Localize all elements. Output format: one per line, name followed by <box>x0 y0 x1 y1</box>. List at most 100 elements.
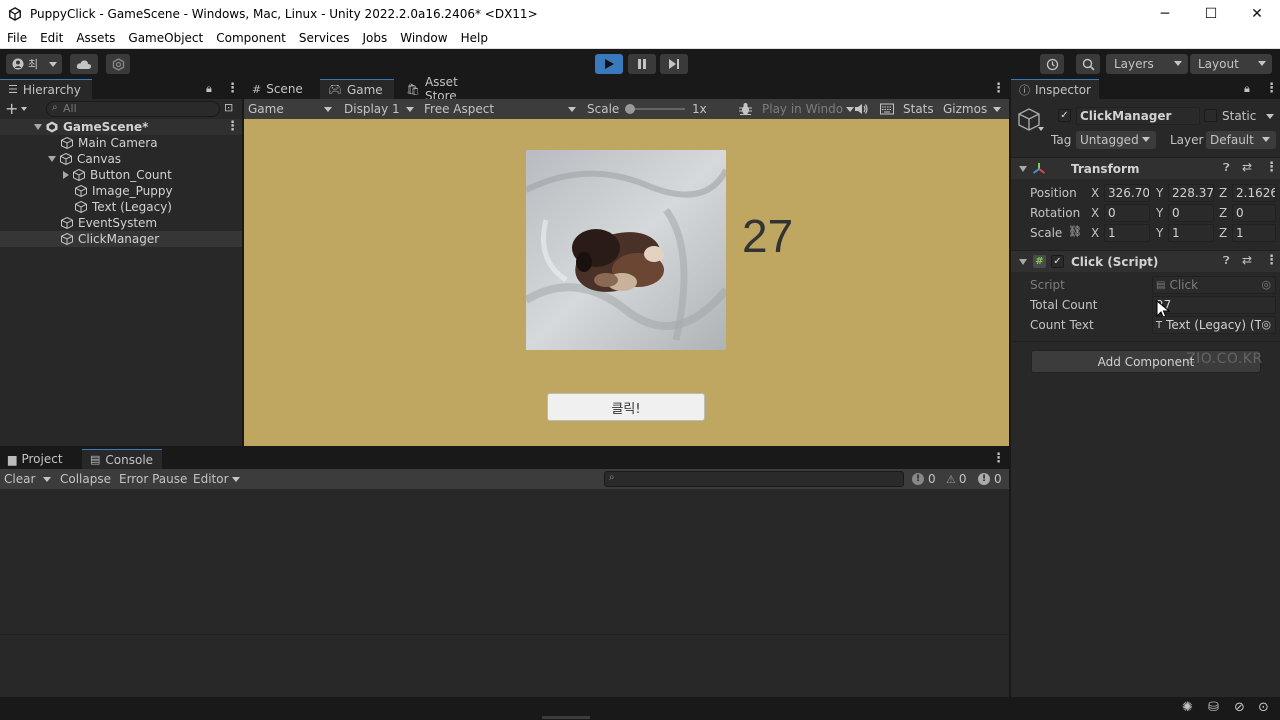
close-button[interactable]: ✕ <box>1234 0 1280 28</box>
position-y-field[interactable]: 228.37 <box>1168 184 1214 202</box>
help-icon[interactable]: ❓︎ <box>1223 161 1230 175</box>
maximize-button[interactable]: ☐ <box>1188 0 1234 28</box>
scale-y-field[interactable]: 1 <box>1168 224 1214 242</box>
tab-game[interactable]: 🎮︎ Game <box>320 79 394 99</box>
debug-icon[interactable]: ✺ <box>1182 700 1193 715</box>
gizmos-dropdown[interactable]: Gizmos <box>943 99 1002 119</box>
layout-dropdown[interactable]: Layout <box>1190 54 1272 74</box>
rotation-z-field[interactable]: 0 <box>1232 204 1276 222</box>
tab-scene[interactable]: # Scene <box>244 79 316 99</box>
more-options-icon[interactable]: ⋮ <box>1265 81 1278 96</box>
lock-icon[interactable]: 🔒︎ <box>206 82 212 96</box>
transform-header[interactable]: Transform ❓︎ ⇄ ⋮ <box>1011 157 1280 179</box>
rotation-y-field[interactable]: 0 <box>1168 204 1214 222</box>
count-text-field[interactable]: T Text (Legacy) (T ◎ <box>1152 316 1276 334</box>
account-dropdown[interactable]: 최 <box>6 54 62 74</box>
editor-dropdown[interactable]: Editor <box>193 469 240 489</box>
console-divider[interactable] <box>0 634 1009 635</box>
more-options-icon[interactable]: ⋮ <box>226 81 239 96</box>
hierarchy-item-gamescene[interactable]: GameScene* ⋮ <box>0 119 242 135</box>
tab-hierarchy[interactable]: ☰ Hierarchy <box>0 79 92 99</box>
chevron-down-icon[interactable] <box>48 156 56 162</box>
tab-project[interactable]: ▆ Project <box>0 449 76 469</box>
scale-x-field[interactable]: 1 <box>1104 224 1150 242</box>
menu-file[interactable]: File <box>0 31 33 45</box>
error-filter-button[interactable]: ! 0 <box>978 469 1002 489</box>
more-options-icon[interactable]: ⋮ <box>226 119 239 134</box>
minimize-button[interactable]: ─ <box>1142 0 1188 28</box>
hierarchy-item-main-camera[interactable]: Main Camera <box>0 135 242 151</box>
more-options-icon[interactable]: ⋮ <box>992 451 1005 466</box>
audio-icon[interactable] <box>854 103 868 115</box>
stats-button[interactable]: Stats <box>903 99 934 119</box>
presets-icon[interactable]: ⇄ <box>1242 253 1252 267</box>
position-x-field[interactable]: 326.70 <box>1104 184 1150 202</box>
add-button[interactable]: + <box>5 99 18 118</box>
chevron-down-icon[interactable] <box>1019 259 1027 265</box>
chevron-down-icon[interactable] <box>21 107 27 111</box>
rotation-x-field[interactable]: 0 <box>1104 204 1150 222</box>
hierarchy-item-image-puppy[interactable]: Image_Puppy <box>0 183 242 199</box>
clear-button[interactable]: Clear <box>4 469 35 489</box>
position-z-field[interactable]: 2.1626: <box>1232 184 1276 202</box>
presets-icon[interactable]: ⇄ <box>1242 160 1252 174</box>
menu-window[interactable]: Window <box>393 31 453 45</box>
play-in-window-dropdown[interactable]: Play in Windo <box>762 99 855 119</box>
tab-inspector[interactable]: ⓘ Inspector <box>1011 79 1099 99</box>
more-options-icon[interactable]: ⋮ <box>1265 160 1278 175</box>
step-button[interactable] <box>660 54 688 74</box>
link-icon[interactable]: ⛓︎ <box>1068 225 1082 238</box>
chevron-down-icon[interactable] <box>1038 127 1044 131</box>
scale-slider-handle[interactable] <box>625 104 635 114</box>
scale-z-field[interactable]: 1 <box>1232 224 1276 242</box>
hierarchy-item-text-legacy[interactable]: Text (Legacy) <box>0 199 242 215</box>
hierarchy-search-input[interactable]: ⌕ All <box>46 101 220 117</box>
object-picker-icon[interactable]: ◎ <box>1261 318 1271 331</box>
search-button[interactable] <box>1076 54 1100 74</box>
static-checkbox[interactable] <box>1204 109 1217 122</box>
menu-component[interactable]: Component <box>209 31 292 45</box>
play-button[interactable] <box>595 54 623 74</box>
lock-icon[interactable]: 🔒︎ <box>1244 82 1250 96</box>
object-name-field[interactable]: ClickManager <box>1076 107 1200 125</box>
menu-help[interactable]: Help <box>454 31 494 45</box>
hierarchy-item-canvas[interactable]: Canvas <box>0 151 242 167</box>
keyboard-icon[interactable] <box>880 103 894 115</box>
menu-gameobject[interactable]: GameObject <box>121 31 209 45</box>
chevron-down-icon[interactable] <box>1266 114 1274 119</box>
warning-filter-button[interactable]: ⚠︎ 0 <box>946 469 967 489</box>
chevron-down-icon[interactable] <box>43 477 51 482</box>
scale-slider[interactable] <box>625 104 685 114</box>
hierarchy-item-button-count[interactable]: Button_Count <box>0 167 242 183</box>
error-pause-button[interactable]: Error Pause <box>119 469 187 489</box>
hierarchy-item-clickmanager[interactable]: ClickManager <box>0 231 242 247</box>
console-search-input[interactable]: ⌕ <box>604 471 904 487</box>
game-mode-dropdown[interactable]: Game <box>248 99 332 119</box>
history-button[interactable] <box>1040 54 1064 74</box>
collapse-button[interactable]: Collapse <box>60 469 111 489</box>
menu-assets[interactable]: Assets <box>69 31 121 45</box>
cache-icon[interactable]: ⊘ <box>1234 700 1245 715</box>
game-view-canvas[interactable]: 27 클릭! <box>244 119 1009 446</box>
more-options-icon[interactable]: ⋮ <box>992 81 1005 96</box>
status-ok-icon[interactable]: ⊙ <box>1258 700 1269 715</box>
chevron-right-icon[interactable] <box>63 171 69 179</box>
menu-services[interactable]: Services <box>292 31 356 45</box>
active-checkbox[interactable]: ✓ <box>1058 109 1071 122</box>
layers-dropdown[interactable]: Layers <box>1106 54 1188 74</box>
chevron-down-icon[interactable] <box>34 124 42 130</box>
chevron-down-icon[interactable] <box>1019 166 1027 172</box>
menu-edit[interactable]: Edit <box>33 31 69 45</box>
search-filter-icon[interactable]: ⊡ <box>224 101 233 114</box>
info-filter-button[interactable]: ! 0 <box>912 469 936 489</box>
hierarchy-item-eventsystem[interactable]: EventSystem <box>0 215 242 231</box>
help-icon[interactable]: ❓︎ <box>1223 254 1230 268</box>
display-dropdown[interactable]: Display 1 <box>344 99 418 119</box>
network-icon[interactable]: ⛁ <box>1208 700 1219 715</box>
script-enabled-checkbox[interactable]: ✓ <box>1051 255 1064 268</box>
tab-asset-store[interactable]: 🛍︎ Asset Store <box>398 75 498 103</box>
pause-button[interactable] <box>628 54 656 74</box>
menu-jobs[interactable]: Jobs <box>356 31 394 45</box>
click-script-header[interactable]: # ✓ Click (Script) ❓︎ ⇄ ⋮ <box>1011 250 1280 272</box>
tab-console[interactable]: ▤ Console <box>82 449 162 469</box>
